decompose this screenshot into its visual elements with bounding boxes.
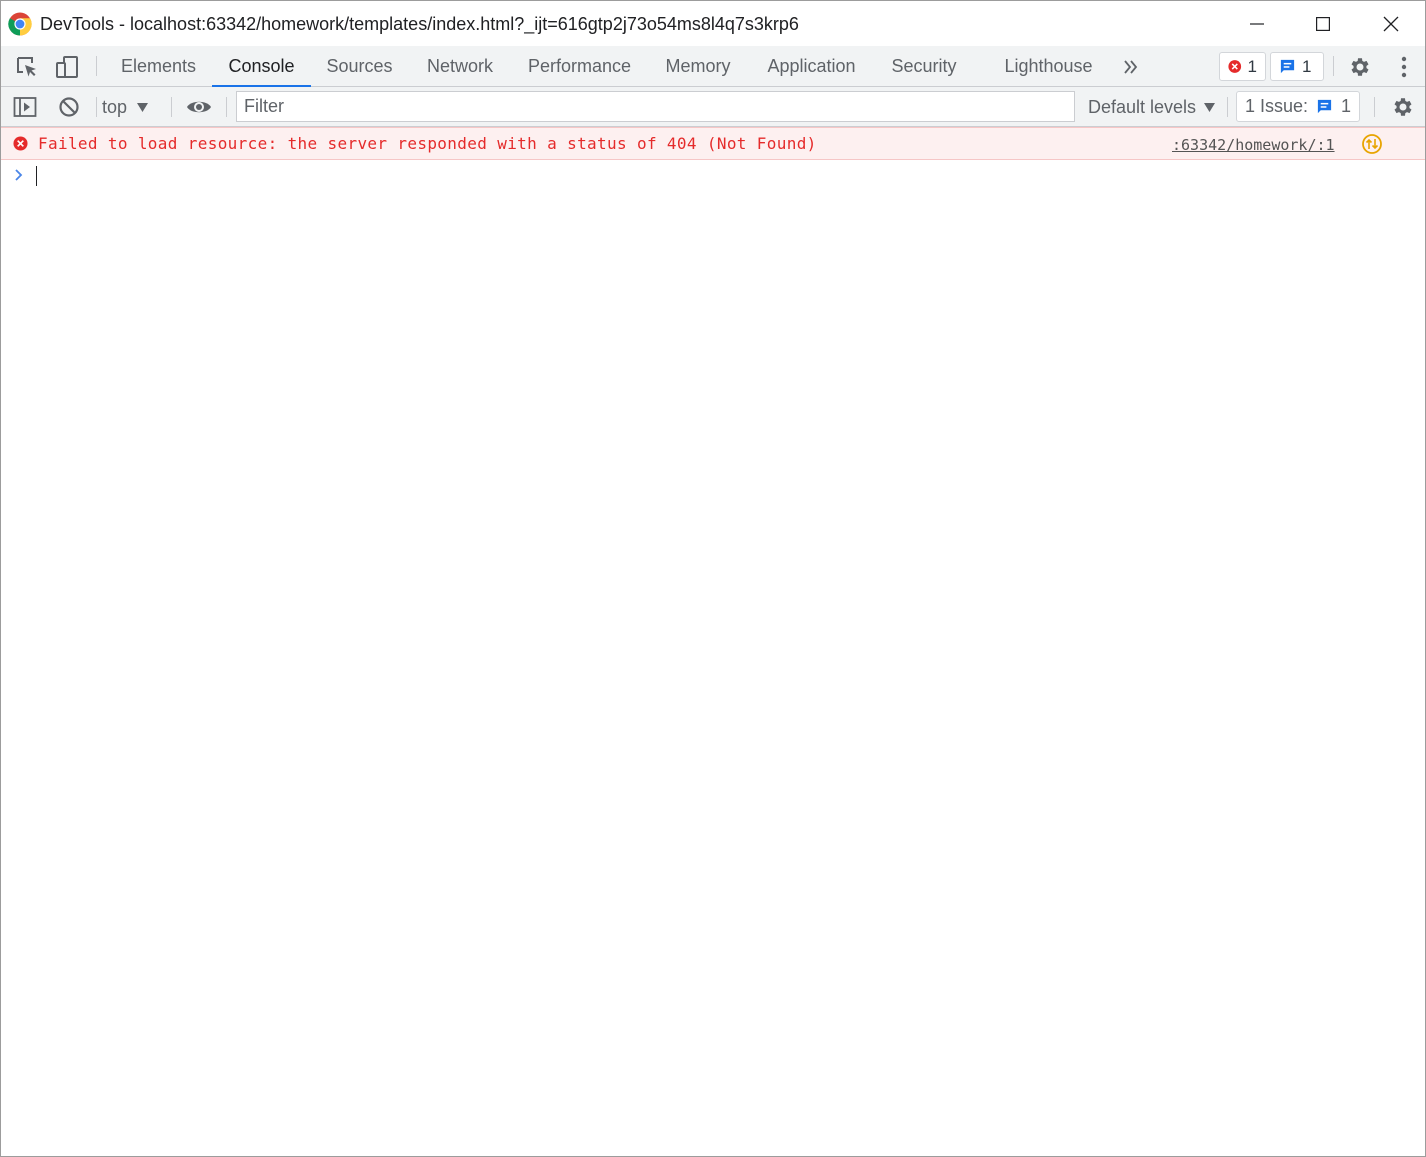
toolbar-divider	[171, 97, 172, 117]
dropdown-arrow-icon	[137, 102, 149, 112]
issues-label: 1 Issue:	[1244, 96, 1309, 116]
minimize-icon	[1250, 22, 1264, 25]
inspect-element-button[interactable]	[13, 54, 41, 80]
log-levels-select[interactable]: Default levels	[1088, 95, 1216, 119]
device-toolbar-button[interactable]	[53, 54, 81, 80]
tab-lighthouse[interactable]: Lighthouse	[986, 46, 1111, 86]
device-toolbar-icon	[56, 56, 78, 78]
maximize-button[interactable]	[1289, 1, 1357, 46]
more-tabs-icon	[1124, 60, 1138, 74]
message-count-badge[interactable]: 1	[1270, 52, 1324, 81]
message-count: 1	[1302, 56, 1312, 76]
eye-icon	[187, 101, 211, 113]
tab-network[interactable]: Network	[408, 46, 512, 86]
javascript-context-select[interactable]: top	[102, 95, 149, 119]
error-icon	[1228, 60, 1242, 73]
sidebar-toggle-button[interactable]	[11, 94, 39, 120]
more-options-button[interactable]	[1390, 54, 1418, 80]
toolbar-divider	[1374, 97, 1375, 117]
minimize-button[interactable]	[1223, 1, 1291, 46]
console-message-source-link[interactable]: :63342/homework/:1	[1172, 136, 1335, 154]
error-count-badge[interactable]: 1	[1219, 52, 1266, 81]
toolbar-divider	[96, 97, 97, 117]
tab-sources[interactable]: Sources	[311, 46, 408, 86]
settings-icon	[1351, 58, 1369, 76]
toolbar-divider	[1227, 97, 1228, 117]
filter-input[interactable]	[236, 91, 1075, 122]
close-button[interactable]	[1357, 1, 1425, 46]
console-prompt[interactable]	[1, 161, 1425, 191]
tab-application[interactable]: Application	[749, 46, 874, 86]
toolbar-divider	[96, 56, 97, 76]
clear-console-button[interactable]	[55, 94, 83, 120]
tab-elements[interactable]: Elements	[105, 46, 212, 86]
error-icon	[13, 136, 28, 151]
chrome-logo-icon	[8, 12, 32, 36]
console-message-error: Failed to load resource: the server resp…	[1, 127, 1425, 160]
live-expression-button[interactable]	[185, 94, 213, 120]
tab-security[interactable]: Security	[874, 46, 974, 86]
window-title: DevTools - localhost:63342/homework/temp…	[40, 14, 799, 34]
log-levels-label: Default levels	[1088, 96, 1197, 117]
console-settings-button[interactable]	[1389, 94, 1417, 120]
message-icon	[1317, 99, 1332, 114]
dropdown-arrow-icon	[1204, 102, 1216, 112]
toolbar-divider	[226, 97, 227, 117]
toolbar-divider	[1333, 56, 1334, 76]
tab-memory[interactable]: Memory	[647, 46, 749, 86]
issues-button[interactable]: 1 Issue: 1	[1236, 91, 1360, 122]
settings-icon	[1394, 98, 1412, 116]
chevron-right-icon	[15, 169, 23, 181]
devtools-window: DevTools - localhost:63342/homework/temp…	[0, 0, 1426, 1157]
panel-tab-bar: Elements Console Sources Network Perform…	[1, 46, 1425, 87]
error-count: 1	[1247, 56, 1257, 76]
text-caret	[36, 166, 37, 186]
sidebar-toggle-icon	[13, 97, 37, 117]
network-request-icon	[1362, 134, 1382, 154]
console-output-area[interactable]	[1, 191, 1425, 1156]
settings-button[interactable]	[1346, 54, 1374, 80]
maximize-icon	[1316, 16, 1330, 31]
title-bar: DevTools - localhost:63342/homework/temp…	[1, 1, 1425, 46]
issues-count: 1	[1341, 96, 1352, 116]
inspect-element-icon	[17, 57, 36, 77]
console-toolbar: top Default levels 1 Issue: 1	[1, 87, 1425, 127]
more-tabs-button[interactable]	[1117, 54, 1145, 80]
message-icon	[1280, 59, 1295, 74]
tab-performance[interactable]: Performance	[512, 46, 647, 86]
clear-console-icon	[59, 97, 79, 117]
context-label: top	[102, 96, 128, 117]
more-options-icon	[1401, 56, 1407, 78]
console-message-text: Failed to load resource: the server resp…	[38, 134, 817, 153]
tab-console[interactable]: Console	[212, 46, 311, 87]
close-icon	[1383, 16, 1399, 31]
